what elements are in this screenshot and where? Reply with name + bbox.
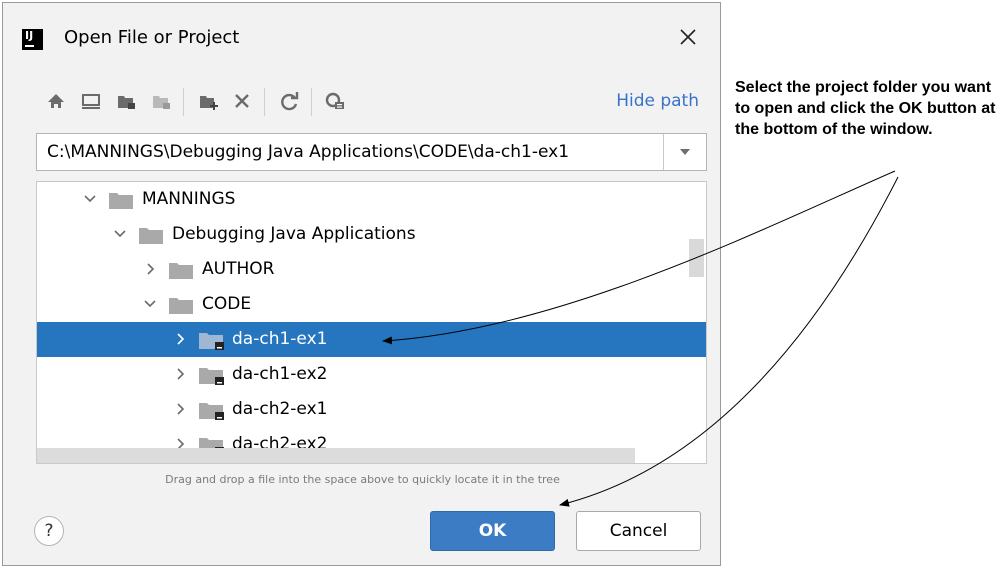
tree-row[interactable]: da-ch2-ex1 [37,392,706,427]
tree-row[interactable]: CODE [37,287,706,322]
show-hidden-icon [325,92,344,109]
project-folder-icon [199,368,224,385]
vertical-scrollbar-thumb[interactable] [689,239,704,277]
path-dropdown-button[interactable] [663,134,706,170]
delete-button[interactable] [229,86,255,116]
chevron-right-icon[interactable] [170,328,190,350]
tree-row-label: Debugging Java Applications [172,224,416,244]
cancel-button[interactable]: Cancel [576,511,701,551]
tree-row-label: da-ch1-ex1 [232,329,328,349]
tree-row[interactable]: da-ch1-ex2 [37,357,706,392]
home-icon [48,94,64,108]
new-folder-icon [200,96,218,110]
close-icon [680,29,696,45]
folder-icon [139,228,163,244]
toolbar-separator [311,88,312,116]
folder-icon [109,193,133,209]
chevron-right-icon[interactable] [170,398,190,420]
project-folder-icon [118,96,135,109]
tree-row[interactable]: MANNINGS [37,182,706,217]
chevron-down-icon[interactable] [80,188,100,210]
project-folder-icon [199,333,224,350]
tree-row[interactable]: da-ch1-ex1 [37,322,706,357]
project-folder-button[interactable] [113,86,139,116]
folder-icon [169,263,193,279]
close-button[interactable] [673,22,703,52]
refresh-button[interactable] [276,86,302,116]
chevron-down-icon[interactable] [140,293,160,315]
tree-row-label: MANNINGS [142,189,236,209]
desktop-icon [82,94,100,109]
tree-row-label: da-ch1-ex2 [232,364,328,384]
tree-row[interactable]: AUTHOR [37,252,706,287]
chevron-right-icon[interactable] [170,363,190,385]
path-input[interactable] [37,134,663,170]
tree-row[interactable]: Debugging Java Applications [37,217,706,252]
toolbar: Hide path [43,86,713,116]
project-folder-icon [199,403,224,420]
new-folder-button[interactable] [195,86,221,116]
annotation-callout: Select the project folder you want to op… [735,79,996,138]
desktop-button[interactable] [78,86,104,116]
intellij-logo-icon: IJ [22,29,43,50]
home-button[interactable] [43,86,69,116]
help-button[interactable]: ? [34,516,64,546]
chevron-down-icon [680,149,690,155]
chevron-down-icon[interactable] [110,223,130,245]
open-file-dialog: IJ Open File or Project Hide path C:\MAN… [2,2,721,566]
dialog-title: Open File or Project [64,27,240,48]
tree-row-label: CODE [202,294,252,314]
module-folder-button[interactable] [148,86,174,116]
hide-path-link[interactable]: Hide path [616,91,699,111]
delete-icon [235,94,249,108]
refresh-icon [281,92,299,111]
drag-drop-hint: Drag and drop a file into the space abov… [165,473,560,486]
show-hidden-button[interactable] [322,86,348,116]
horizontal-scrollbar-thumb[interactable] [37,448,635,463]
file-tree[interactable]: MANNINGS Debugging Java Applications AUTHO… [36,181,707,464]
toolbar-separator [183,88,184,116]
tree-row-label: AUTHOR [202,259,275,279]
module-folder-icon [153,96,170,109]
chevron-right-icon[interactable] [140,258,160,280]
folder-icon [169,298,193,314]
title-bar: IJ Open File or Project [3,3,720,71]
tree-row-label: da-ch2-ex1 [232,399,328,419]
toolbar-separator [264,88,265,116]
ok-button[interactable]: OK [430,511,555,551]
path-combobox [36,133,707,171]
